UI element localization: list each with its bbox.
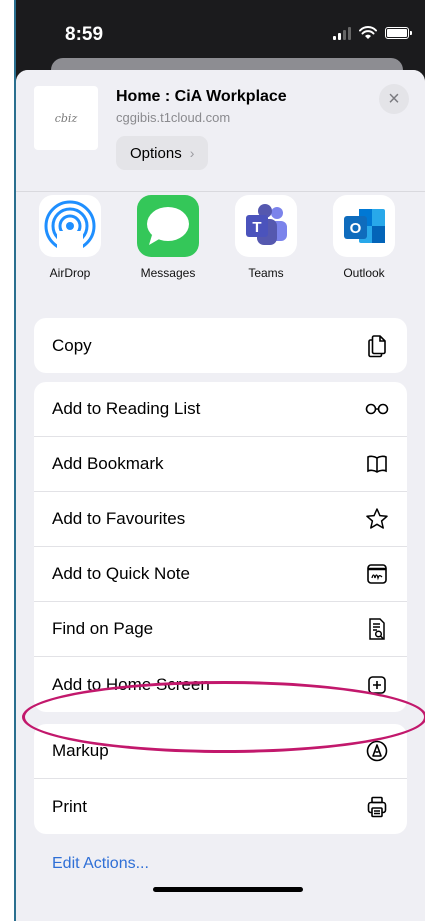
outlook-icon: O <box>333 195 395 257</box>
wifi-icon <box>359 26 377 39</box>
action-find-on-page[interactable]: Find on Page <box>34 602 407 657</box>
airdrop-icon <box>39 195 101 257</box>
edit-actions-link[interactable]: Edit Actions... <box>52 855 149 873</box>
close-button[interactable]: × <box>379 84 409 114</box>
actions-group: Add to Reading List Add Bookmark Add to … <box>34 382 407 712</box>
app-outlook[interactable]: O Outlook <box>324 195 404 280</box>
action-print[interactable]: Print <box>34 779 407 834</box>
printer-icon <box>365 795 389 819</box>
thumbnail-logo: cbiz <box>54 111 78 125</box>
close-icon: × <box>388 87 400 110</box>
plus-square-icon <box>365 673 389 697</box>
share-header: cbiz Home : CiA Workplace cggibis.t1clou… <box>16 70 425 190</box>
app-label: Teams <box>248 266 284 280</box>
home-indicator <box>153 887 303 892</box>
teams-icon: T <box>235 195 297 257</box>
copy-icon <box>365 334 389 358</box>
action-label: Find on Page <box>52 619 154 638</box>
phone-screen: 8:59 cbiz Home : CiA Workplace cggibis.t… <box>15 0 425 921</box>
status-bar: 8:59 <box>15 0 425 62</box>
action-label: Add to Quick Note <box>52 564 190 583</box>
app-teams[interactable]: T Teams <box>226 195 306 280</box>
action-add-to-favourites[interactable]: Add to Favourites <box>34 492 407 547</box>
action-label: Add to Reading List <box>52 399 201 418</box>
action-markup[interactable]: Markup <box>34 724 407 779</box>
star-icon <box>365 507 389 531</box>
status-icons <box>333 26 412 40</box>
action-add-to-home-screen[interactable]: Add to Home Screen <box>34 657 407 712</box>
app-airdrop[interactable]: AirDrop <box>30 195 110 280</box>
messages-icon <box>137 195 199 257</box>
action-label: Add to Home Screen <box>52 674 210 694</box>
action-label: Add Bookmark <box>52 454 164 473</box>
app-label: Messages <box>140 266 196 280</box>
action-label: Print <box>52 796 87 816</box>
action-add-bookmark[interactable]: Add Bookmark <box>34 437 407 492</box>
svg-text:T: T <box>252 219 261 236</box>
svg-text:O: O <box>350 220 362 237</box>
chevron-right-icon: › <box>189 145 195 161</box>
page-title: Home : CiA Workplace <box>116 88 287 105</box>
header-divider <box>16 191 425 192</box>
book-icon <box>365 452 389 476</box>
share-sheet: cbiz Home : CiA Workplace cggibis.t1clou… <box>16 70 425 921</box>
action-add-to-reading-list[interactable]: Add to Reading List <box>34 382 407 437</box>
page-thumbnail: cbiz <box>34 86 98 150</box>
options-button[interactable]: Options › <box>116 136 209 170</box>
app-row: AirDrop Messages T Teams O Outlook <box>16 195 425 300</box>
status-time: 8:59 <box>65 24 104 45</box>
quick-note-icon <box>365 562 389 586</box>
cellular-signal-icon <box>333 26 351 40</box>
action-label: Markup <box>52 741 109 760</box>
action-copy[interactable]: Copy <box>34 318 407 373</box>
action-label: Add to Favourites <box>52 509 186 528</box>
app-label: Outlook <box>343 266 385 280</box>
markup-print-group: Markup Print <box>34 724 407 834</box>
markup-icon <box>365 739 389 763</box>
device-edge <box>14 0 16 921</box>
options-label: Options <box>130 144 182 162</box>
action-label: Copy <box>52 335 92 355</box>
app-label: AirDrop <box>49 266 91 280</box>
app-messages[interactable]: Messages <box>128 195 208 280</box>
page-url: cggibis.t1cloud.com <box>116 110 231 125</box>
action-add-to-quick-note[interactable]: Add to Quick Note <box>34 547 407 602</box>
glasses-icon <box>365 397 389 421</box>
find-on-page-icon <box>365 617 389 641</box>
battery-icon <box>385 27 412 39</box>
copy-group: Copy <box>34 318 407 373</box>
